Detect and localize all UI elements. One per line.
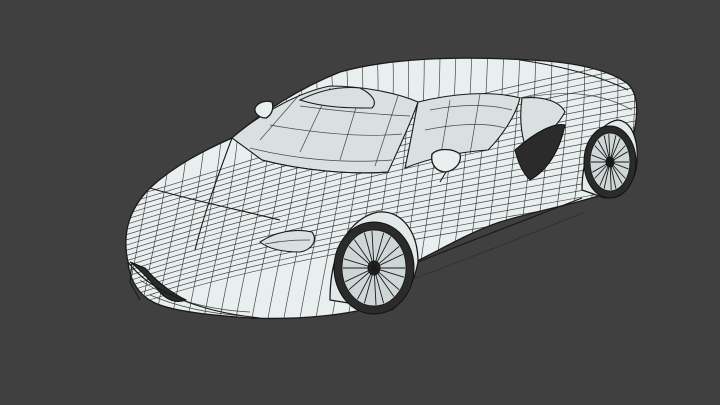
mesh-line — [125, 58, 140, 319]
car-wireframe-render — [90, 40, 638, 330]
rear-wheel — [583, 125, 637, 199]
front-wheel — [333, 221, 415, 315]
mesh-line — [90, 40, 122, 330]
left-mirror — [254, 100, 274, 119]
3d-viewport[interactable] — [0, 0, 720, 405]
